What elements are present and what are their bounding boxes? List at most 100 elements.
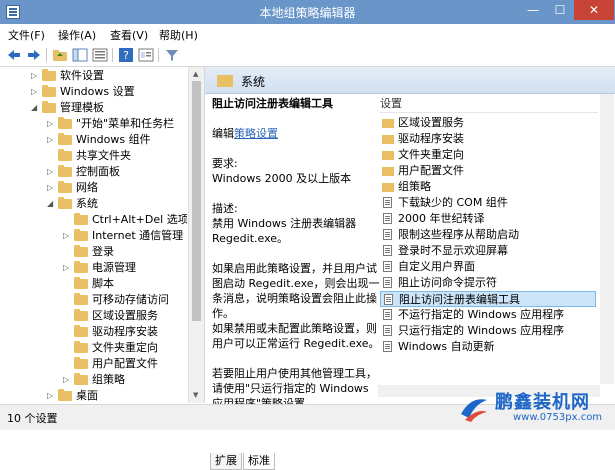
tree-item[interactable]: 可移动存储访问 (0, 292, 187, 308)
filter-icon[interactable] (164, 47, 180, 63)
list-item-policy[interactable]: 不运行指定的 Windows 应用程序 (380, 307, 596, 323)
up-folder-icon[interactable] (52, 47, 68, 63)
tree-item-label: 脚本 (92, 277, 114, 290)
tab-standard[interactable]: 标准 (243, 453, 275, 470)
properties-icon[interactable] (138, 47, 154, 63)
list-item-folder[interactable]: 区域设置服务 (380, 115, 596, 131)
folder-icon (58, 149, 72, 161)
folder-icon (382, 183, 394, 192)
list-item-policy[interactable]: 下载缺少的 COM 组件 (380, 195, 596, 211)
collapsed-arrow-icon[interactable]: ▷ (31, 68, 39, 84)
tree-item[interactable]: Ctrl+Alt+Del 选项 (0, 212, 187, 228)
maximize-button[interactable]: ☐ (547, 0, 573, 20)
list-item-label: 自定义用户界面 (398, 260, 475, 273)
tree-item[interactable]: 文件夹重定向 (0, 340, 187, 356)
scroll-up-arrow-icon[interactable]: ▲ (193, 70, 198, 78)
menu-view[interactable]: 查看(V) (110, 27, 148, 43)
list-column-header[interactable]: 设置 (380, 96, 598, 113)
collapsed-arrow-icon[interactable]: ▷ (31, 84, 39, 100)
list-item-label: 只运行指定的 Windows 应用程序 (398, 324, 565, 337)
tree-item[interactable]: ▷ Windows 设置 (0, 84, 187, 100)
folder-icon (58, 165, 72, 177)
help-icon[interactable]: ? (118, 47, 134, 63)
list-item-folder[interactable]: 组策略 (380, 179, 596, 195)
menu-help[interactable]: 帮助(H) (159, 27, 198, 43)
minimize-button[interactable]: — (520, 0, 546, 20)
list-view-icon[interactable] (92, 47, 108, 63)
list-item-folder[interactable]: 文件夹重定向 (380, 147, 596, 163)
tree-item[interactable]: ▷ 控制面板 (0, 164, 187, 180)
list-item-folder[interactable]: 驱动程序安装 (380, 131, 596, 147)
tree-item[interactable]: 用户配置文件 (0, 356, 187, 372)
tree-item[interactable]: ▷ 网络 (0, 180, 187, 196)
description-label: 描述: (212, 202, 238, 215)
tree-item[interactable]: ▷ 组策略 (0, 372, 187, 388)
tree-item[interactable]: ▷ "开始"菜单和任务栏 (0, 116, 187, 132)
tree-item[interactable]: ▷ 软件设置 (0, 68, 187, 84)
expanded-arrow-icon[interactable]: ◢ (31, 100, 39, 116)
list-item-label: Windows 自动更新 (398, 340, 495, 353)
section-title: 系统 (241, 75, 266, 89)
tree-item[interactable]: 脚本 (0, 276, 187, 292)
tree-item[interactable]: ▷ 电源管理 (0, 260, 187, 276)
tree-item[interactable]: ▷ Internet 通信管理 (0, 228, 187, 244)
show-hide-tree-icon[interactable] (72, 47, 88, 63)
policy-icon (383, 277, 392, 288)
list-item-policy[interactable]: 阻止访问注册表编辑工具 (380, 291, 596, 307)
list-item-policy[interactable]: 只运行指定的 Windows 应用程序 (380, 323, 596, 339)
policy-title: 阻止访问注册表编辑工具 (212, 97, 333, 110)
folder-icon (58, 197, 72, 209)
section-header: 系统 (205, 67, 615, 94)
tree-item[interactable]: 区域设置服务 (0, 308, 187, 324)
menu-action[interactable]: 操作(A) (58, 27, 96, 43)
tree-item[interactable]: 登录 (0, 244, 187, 260)
tree-item-label: 可移动存储访问 (92, 293, 169, 306)
tree-item[interactable]: ▷ 桌面 (0, 388, 187, 403)
tree-item[interactable]: ◢ 系统 (0, 196, 187, 212)
tree-scrollbar[interactable]: ▲ ▼ (188, 67, 204, 403)
collapsed-arrow-icon[interactable]: ▷ (47, 180, 55, 196)
tree-scroll-thumb[interactable] (192, 81, 201, 321)
list-vertical-scrollbar[interactable] (600, 94, 614, 384)
list-item-label: 用户配置文件 (398, 164, 464, 177)
list-item-policy[interactable]: 2000 年世纪转译 (380, 211, 596, 227)
collapsed-arrow-icon[interactable]: ▷ (63, 260, 71, 276)
tree-item[interactable]: 驱动程序安装 (0, 324, 187, 340)
collapsed-arrow-icon[interactable]: ▷ (63, 372, 71, 388)
back-arrow-icon[interactable] (6, 47, 22, 63)
scroll-down-arrow-icon[interactable]: ▼ (193, 391, 198, 399)
policy-icon (383, 309, 392, 320)
expanded-arrow-icon[interactable]: ◢ (47, 196, 55, 212)
collapsed-arrow-icon[interactable]: ▷ (47, 116, 55, 132)
list-item-policy[interactable]: 登录时不显示欢迎屏幕 (380, 243, 596, 259)
tree-item[interactable]: ▷ Windows 组件 (0, 132, 187, 148)
list-item-label: 组策略 (398, 180, 431, 193)
folder-icon (74, 213, 88, 225)
collapsed-arrow-icon[interactable]: ▷ (47, 132, 55, 148)
folder-icon (58, 133, 72, 145)
tree-item-label: 驱动程序安装 (92, 325, 158, 338)
list-item-policy[interactable]: 自定义用户界面 (380, 259, 596, 275)
tree-item-label: 共享文件夹 (76, 149, 131, 162)
close-button[interactable]: ✕ (574, 0, 614, 20)
collapsed-arrow-icon[interactable]: ▷ (47, 388, 55, 403)
list-item-folder[interactable]: 用户配置文件 (380, 163, 596, 179)
tree-item[interactable]: ◢ 管理模板 (0, 100, 187, 116)
details-pane: 系统 阻止访问注册表编辑工具 编辑策略设置 要求: Windows 2000 及… (205, 67, 615, 470)
description-para-1: 如果启用此策略设置，并且用户试图启动 Regedit.exe，则会出现一条消息，… (212, 262, 380, 320)
tree-item-label: Ctrl+Alt+Del 选项 (92, 213, 187, 226)
tab-extended[interactable]: 扩展 (210, 453, 242, 470)
list-item-policy[interactable]: Windows 自动更新 (380, 339, 596, 355)
list-item-policy[interactable]: 阻止访问命令提示符 (380, 275, 596, 291)
toolbar-separator (46, 48, 47, 62)
menu-file[interactable]: 文件(F) (8, 27, 45, 43)
collapsed-arrow-icon[interactable]: ▷ (63, 228, 71, 244)
tree-item[interactable]: 共享文件夹 (0, 148, 187, 164)
forward-arrow-icon[interactable] (26, 47, 42, 63)
tree-item-label: Windows 设置 (60, 85, 135, 98)
edit-policy-link[interactable]: 策略设置 (234, 127, 278, 140)
list-item-policy[interactable]: 限制这些程序从帮助启动 (380, 227, 596, 243)
policy-icon (383, 213, 392, 224)
collapsed-arrow-icon[interactable]: ▷ (47, 164, 55, 180)
folder-icon (382, 167, 394, 176)
